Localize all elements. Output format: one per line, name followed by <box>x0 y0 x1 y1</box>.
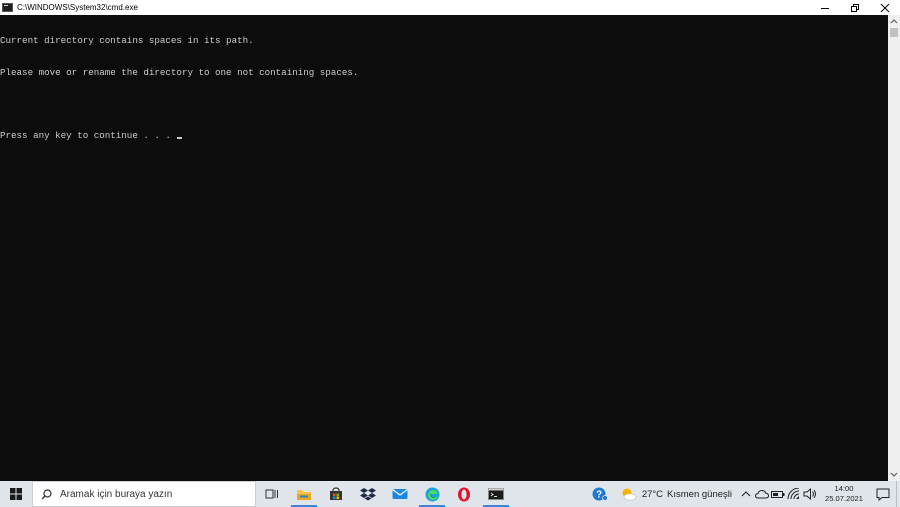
store-button[interactable] <box>320 481 352 507</box>
wifi-icon <box>787 488 800 500</box>
cmd-app-icon[interactable] <box>2 3 13 12</box>
file-explorer-icon <box>297 489 311 500</box>
console-prompt-line: Press any key to continue . . . <box>0 129 888 142</box>
chevron-down-icon <box>890 472 898 477</box>
help-icon: ? <box>592 487 608 501</box>
console-prompt-text: Press any key to continue . . . <box>0 129 171 141</box>
scroll-up-button[interactable] <box>888 15 900 27</box>
scroll-down-button[interactable] <box>888 469 900 481</box>
search-icon <box>41 488 52 499</box>
dropbox-button[interactable] <box>352 481 384 507</box>
taskbar: Aramak için buraya yazın ? 27°C Kısmen g… <box>0 481 900 507</box>
battery-button[interactable] <box>770 481 786 507</box>
windows-logo-icon <box>10 488 22 500</box>
show-desktop-button[interactable] <box>896 481 900 507</box>
close-button[interactable] <box>870 0 900 15</box>
battery-icon <box>771 490 785 498</box>
weather-temperature: 27°C <box>641 488 664 500</box>
clock-time: 14:00 <box>834 484 854 493</box>
show-hidden-icons-button[interactable] <box>738 481 754 507</box>
volume-button[interactable] <box>802 481 818 507</box>
partly-sunny-icon <box>622 488 637 501</box>
scroll-thumb[interactable] <box>890 28 898 37</box>
search-placeholder: Aramak için buraya yazın <box>60 488 173 500</box>
system-tray: ? 27°C Kısmen güneşli 14:00 25.07.2021 <box>580 481 900 507</box>
task-view-icon <box>265 489 278 499</box>
cmd-taskbar-button[interactable] <box>480 481 512 507</box>
action-center-button[interactable] <box>870 481 896 507</box>
edge-button[interactable] <box>416 481 448 507</box>
store-icon <box>330 487 342 500</box>
restore-icon <box>851 3 859 12</box>
cloud-icon <box>755 489 769 499</box>
help-button[interactable]: ? <box>580 481 620 507</box>
mail-button[interactable] <box>384 481 416 507</box>
console-line: Current directory contains spaces in its… <box>0 35 254 46</box>
taskbar-search-box[interactable]: Aramak için buraya yazın <box>32 481 256 507</box>
window-title: C:\WINDOWS\System32\cmd.exe <box>17 3 138 12</box>
dropbox-icon <box>360 488 376 501</box>
window-controls <box>810 0 900 15</box>
close-icon <box>880 3 890 12</box>
cmd-icon <box>488 488 504 500</box>
vertical-scrollbar[interactable] <box>888 15 900 481</box>
text-cursor <box>176 136 182 139</box>
chevron-up-icon <box>741 491 751 497</box>
minimize-icon <box>821 7 829 9</box>
minimize-button[interactable] <box>810 0 840 15</box>
start-button[interactable] <box>0 481 32 507</box>
opera-button[interactable] <box>448 481 480 507</box>
console-output[interactable]: Current directory contains spaces in its… <box>0 15 888 481</box>
mail-icon <box>392 489 408 499</box>
taskbar-clock[interactable]: 14:00 25.07.2021 <box>820 484 868 504</box>
svg-text:?: ? <box>596 490 602 501</box>
console-line: Please move or rename the directory to o… <box>0 66 359 78</box>
opera-icon <box>458 487 470 501</box>
file-explorer-button[interactable] <box>288 481 320 507</box>
edge-icon <box>425 487 439 501</box>
notification-icon <box>876 488 890 501</box>
network-button[interactable] <box>786 481 802 507</box>
weather-condition: Kısmen güneşli <box>667 488 732 500</box>
clock-date: 25.07.2021 <box>824 494 863 503</box>
weather-widget[interactable]: 27°C Kısmen güneşli <box>620 487 732 501</box>
restore-button[interactable] <box>840 0 870 15</box>
task-view-button[interactable] <box>256 481 288 507</box>
speaker-icon <box>803 488 816 500</box>
onedrive-button[interactable] <box>754 481 770 507</box>
title-bar[interactable]: C:\WINDOWS\System32\cmd.exe <box>0 0 900 15</box>
chevron-up-icon <box>890 19 898 24</box>
